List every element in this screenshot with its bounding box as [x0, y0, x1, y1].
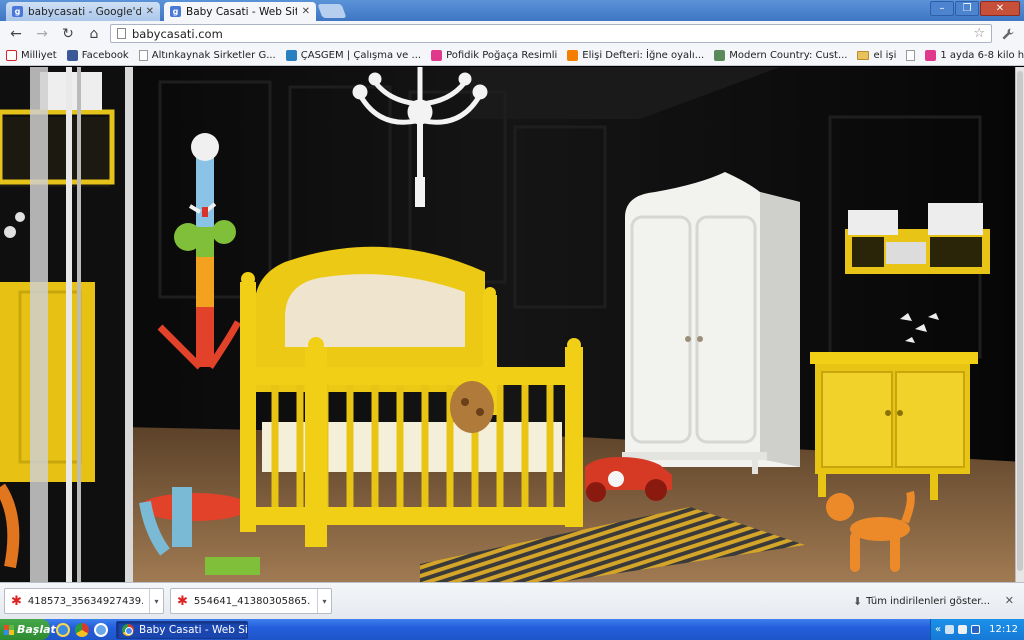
close-window-button[interactable]: ✕: [980, 1, 1020, 16]
bookmark-elisi[interactable]: Elişi Defteri: İğne oyalı...: [567, 50, 704, 61]
casgem-icon: [285, 50, 297, 61]
download-menu-button[interactable]: ▾: [149, 589, 163, 613]
download-item[interactable]: ✱ 554641_41380305865....jpg ▾: [170, 588, 332, 614]
reload-button[interactable]: ↻: [58, 24, 78, 44]
tab-strip: g babycasati - Google'da Ara ✕ g Baby Ca…: [0, 0, 1024, 21]
google-icon: g: [12, 6, 23, 17]
facebook-icon: [66, 50, 78, 61]
close-tab-icon[interactable]: ✕: [146, 6, 154, 17]
bookmark-casgem[interactable]: ÇASGEM | Çalışma ve ...: [285, 50, 422, 61]
start-button[interactable]: Başlat: [0, 619, 56, 640]
page-icon: [906, 50, 916, 61]
google-icon: g: [170, 6, 181, 17]
bookmark-label: Pofidik Poğaça Resimli: [446, 50, 558, 61]
download-shelf: ✱ 418573_35634927439....jpg ▾ ✱ 554641_4…: [0, 582, 1024, 619]
white-wardrobe: [622, 172, 800, 474]
system-tray: « 12:12: [930, 619, 1024, 640]
page-icon: [138, 50, 148, 61]
download-filename: 418573_35634927439....jpg: [27, 595, 143, 607]
bookmark-diet[interactable]: 1 ayda 6-8 kilo hem de...: [925, 50, 1024, 61]
browser-icon[interactable]: [94, 622, 108, 637]
tab-google-search[interactable]: g babycasati - Google'da Ara ✕: [6, 2, 160, 21]
image-file-icon: ✱: [177, 593, 188, 609]
close-tab-icon[interactable]: ✕: [302, 6, 310, 17]
bookmark-altinkaynak[interactable]: Altınkaynak Sirketler G...: [138, 50, 276, 61]
show-all-label: Tüm indirilenleri göster...: [866, 596, 990, 607]
tab-baby-casati[interactable]: g Baby Casati - Web Sitemiz Y... ✕: [164, 2, 316, 21]
bookmark-pofidik[interactable]: Pofidik Poğaça Resimli: [431, 50, 557, 61]
bookmark-label: Altınkaynak Sirketler G...: [151, 50, 276, 61]
minimize-button[interactable]: –: [930, 1, 954, 16]
bookmark-label: el işi: [873, 50, 897, 61]
bookmark-label: Modern Country: Cust...: [729, 50, 848, 61]
pofidik-icon: [431, 50, 443, 61]
windows-logo-icon: [4, 624, 14, 635]
taskbar-window-button[interactable]: Baby Casati - Web Sit...: [116, 620, 248, 639]
site-icon: [714, 50, 726, 61]
wrench-icon: [1002, 28, 1014, 39]
home-button[interactable]: ⌂: [84, 24, 104, 44]
image-file-icon: ✱: [11, 593, 22, 609]
milliyet-icon: [6, 50, 17, 61]
close-download-shelf-button[interactable]: ✕: [1005, 594, 1014, 607]
chrome-icon: [122, 623, 134, 636]
windows-taskbar: Başlat Baby Casati - Web Sit... « 12:12: [0, 619, 1024, 640]
browser-toolbar: ← → ↻ ⌂ babycasati.com ☆: [0, 21, 1024, 46]
url-text[interactable]: babycasati.com: [132, 27, 967, 41]
scrollbar-thumb[interactable]: [1017, 71, 1023, 571]
window-controls: – ❐ ✕: [930, 1, 1020, 16]
quick-launch: [56, 622, 108, 637]
internet-explorer-icon[interactable]: [56, 622, 70, 637]
blogger-icon: [567, 50, 579, 61]
download-item[interactable]: ✱ 418573_35634927439....jpg ▾: [4, 588, 164, 614]
new-tab-button[interactable]: [317, 4, 347, 18]
bookmark-star-icon[interactable]: ☆: [973, 26, 985, 41]
folder-icon: [857, 51, 870, 60]
maximize-button[interactable]: ❐: [955, 1, 979, 16]
tab-title: Baby Casati - Web Sitemiz Y...: [186, 5, 297, 18]
download-filename: 554641_41380305865....jpg: [193, 595, 311, 607]
chrome-icon[interactable]: [75, 622, 89, 637]
show-all-downloads-link[interactable]: ⬇ Tüm indirilenleri göster...: [853, 595, 990, 608]
bookmark-facebook[interactable]: Facebook: [66, 50, 129, 61]
network-icon[interactable]: [945, 625, 955, 634]
start-label: Başlat: [17, 623, 56, 636]
page-scrollbar[interactable]: [1015, 67, 1024, 582]
bluetooth-icon[interactable]: [971, 625, 981, 634]
back-button[interactable]: ←: [6, 24, 26, 44]
bookmarks-bar: Milliyet Facebook Altınkaynak Sirketler …: [0, 46, 1024, 66]
tab-title: babycasati - Google'da Ara: [28, 5, 141, 18]
bookmark-label: ÇASGEM | Çalışma ve ...: [300, 50, 422, 61]
page-content: [0, 67, 1024, 582]
mirror-panels: [0, 67, 133, 582]
bookmark-folder-el-isi[interactable]: el işi: [857, 50, 896, 61]
bookmark-label: Milliyet: [21, 50, 57, 61]
nursery-room-image: [0, 67, 1024, 582]
bookmark-untitled[interactable]: [906, 50, 916, 61]
bookmark-label: 1 ayda 6-8 kilo hem de...: [940, 50, 1024, 61]
page-icon: [117, 28, 126, 39]
tray-expand-button[interactable]: «: [935, 624, 941, 635]
volume-icon[interactable]: [958, 625, 968, 634]
bookmark-label: Facebook: [81, 50, 129, 61]
clock: 12:12: [989, 624, 1018, 635]
bookmark-label: Elişi Defteri: İğne oyalı...: [582, 50, 705, 61]
download-arrow-icon: ⬇: [852, 595, 863, 608]
address-bar[interactable]: babycasati.com ☆: [110, 24, 992, 43]
forward-button[interactable]: →: [32, 24, 52, 44]
pofidik-icon: [925, 50, 937, 61]
download-menu-button[interactable]: ▾: [317, 589, 331, 613]
bookmark-milliyet[interactable]: Milliyet: [6, 50, 57, 61]
bookmark-modern-country[interactable]: Modern Country: Cust...: [714, 50, 847, 61]
taskbar-window-title: Baby Casati - Web Sit...: [139, 623, 248, 636]
wrench-menu-icon[interactable]: [998, 24, 1018, 44]
